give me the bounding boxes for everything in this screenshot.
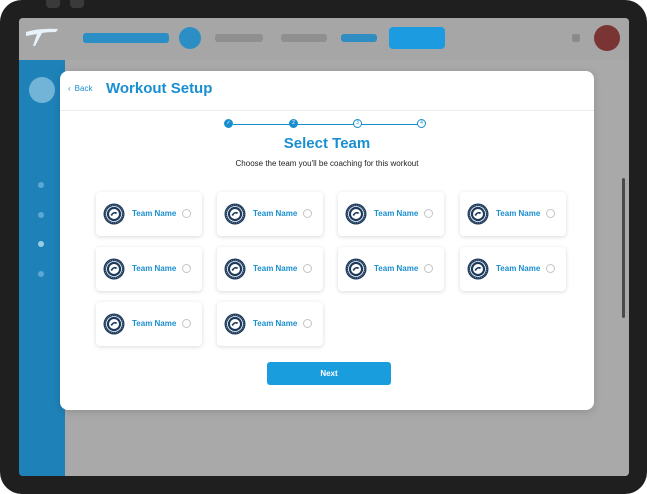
scrollbar[interactable] — [622, 178, 625, 318]
team-crest-icon — [467, 203, 489, 225]
topbar-menu-blur[interactable] — [281, 34, 327, 42]
team-radio[interactable] — [303, 209, 312, 218]
team-crest-icon — [103, 203, 125, 225]
team-card[interactable]: Team Name — [338, 247, 444, 291]
team-name: Team Name — [496, 209, 541, 218]
team-name: Team Name — [253, 209, 298, 218]
team-radio[interactable] — [303, 264, 312, 273]
user-avatar[interactable] — [594, 25, 620, 51]
team-radio[interactable] — [182, 319, 191, 328]
back-button[interactable]: ‹ Back — [68, 84, 92, 93]
sidebar-nav-dot[interactable] — [38, 212, 44, 218]
team-crest-icon — [345, 203, 367, 225]
team-radio[interactable] — [303, 319, 312, 328]
camera-notch — [46, 0, 60, 8]
team-card[interactable]: Team Name — [96, 302, 202, 346]
section-heading: Select Team — [283, 135, 371, 152]
team-card[interactable]: Team Name — [460, 247, 566, 291]
team-name: Team Name — [132, 319, 177, 328]
team-crest-icon — [103, 313, 125, 335]
team-name: Team Name — [374, 264, 419, 273]
team-card[interactable]: Team Name — [217, 302, 323, 346]
topbar-action-button[interactable] — [389, 27, 445, 49]
modal-header: ‹ Back Workout Setup — [60, 71, 594, 111]
chevron-left-icon: ‹ — [68, 84, 71, 93]
tablet-frame: ‹ Back Workout Setup ✓ 2 3 4 Select Team … — [0, 0, 647, 494]
sidebar-nav-dot[interactable] — [38, 271, 44, 277]
check-icon: ✓ — [226, 120, 231, 126]
step-2[interactable]: 2 — [289, 119, 298, 128]
team-crest-icon — [224, 258, 246, 280]
next-button[interactable]: Next — [267, 362, 391, 385]
team-radio[interactable] — [424, 209, 433, 218]
sidebar-nav-dot[interactable] — [38, 182, 44, 188]
team-radio[interactable] — [546, 264, 555, 273]
workout-setup-modal: ‹ Back Workout Setup ✓ 2 3 4 Select Team … — [60, 71, 594, 410]
step-3[interactable]: 3 — [353, 119, 362, 128]
topbar-menu-blur[interactable] — [215, 34, 263, 42]
app-logo-icon — [26, 28, 58, 46]
back-label: Back — [74, 84, 93, 93]
sidebar-nav-dot[interactable] — [38, 241, 44, 247]
app-topbar — [19, 18, 629, 60]
stepper-line — [233, 124, 421, 125]
team-name: Team Name — [253, 319, 298, 328]
topbar-link-blur[interactable] — [341, 34, 377, 42]
topbar-circle-button[interactable] — [179, 27, 201, 49]
team-name: Team Name — [374, 209, 419, 218]
team-card[interactable]: Team Name — [96, 192, 202, 236]
team-card[interactable]: Team Name — [217, 247, 323, 291]
team-radio[interactable] — [182, 264, 191, 273]
team-radio[interactable] — [424, 264, 433, 273]
team-crest-icon — [345, 258, 367, 280]
step-4[interactable]: 4 — [417, 119, 426, 128]
section-subtitle: Choose the team you'll be coaching for t… — [235, 159, 419, 168]
team-radio[interactable] — [182, 209, 191, 218]
app-title-blur — [83, 33, 169, 43]
team-name: Team Name — [132, 209, 177, 218]
team-name: Team Name — [132, 264, 177, 273]
sidebar-avatar[interactable] — [29, 77, 55, 103]
app-sidebar — [19, 60, 65, 476]
stepper: ✓ 2 3 4 — [224, 119, 430, 129]
team-crest-icon — [224, 313, 246, 335]
team-card[interactable]: Team Name — [96, 247, 202, 291]
topbar-icon[interactable] — [572, 34, 580, 42]
modal-title: Workout Setup — [106, 80, 213, 97]
step-1[interactable]: ✓ — [224, 119, 233, 128]
team-crest-icon — [467, 258, 489, 280]
team-name: Team Name — [253, 264, 298, 273]
team-radio[interactable] — [546, 209, 555, 218]
team-crest-icon — [103, 258, 125, 280]
camera-notch — [70, 0, 84, 8]
team-card[interactable]: Team Name — [217, 192, 323, 236]
team-card[interactable]: Team Name — [460, 192, 566, 236]
team-name: Team Name — [496, 264, 541, 273]
team-crest-icon — [224, 203, 246, 225]
team-card[interactable]: Team Name — [338, 192, 444, 236]
